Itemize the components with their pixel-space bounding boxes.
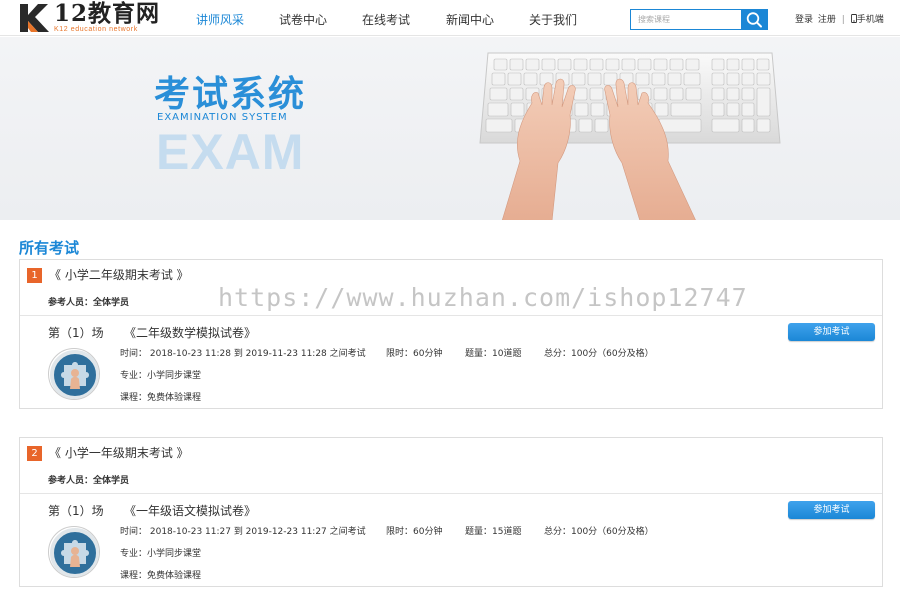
exam-index-badge: 2 [27,446,42,461]
login-link[interactable]: 登录 [795,15,813,25]
exam-time-limit: 限时：60分钟 [386,349,443,359]
exam-card-body: 第（1）场 《二年级数学模拟试卷》 参加考试 时间： 2018-10-23 11… [20,316,882,408]
exam-card-header: 1 《 小学二年级期末考试 》 参考人员：全体学员 [20,260,882,316]
banner-title: 考试系统 [154,74,307,115]
exam-index-badge: 1 [27,268,42,283]
top-links: 登录 注册 | 手机端 [795,12,884,25]
exam-session: 第（1）场 [48,326,104,340]
mobile-link-label: 手机端 [856,15,884,25]
exam-card-header: 2 《 小学一年级期末考试 》 参考人员：全体学员 [20,438,882,494]
search-button[interactable] [741,9,767,30]
link-separator: | [841,15,845,25]
join-exam-button[interactable]: 参加考试 [788,501,875,519]
nav-item-online-exam[interactable]: 在线考试 [362,11,410,28]
logo-k-icon [20,4,49,32]
logo-tagline: K12 education network [54,26,138,33]
keyboard-hands-image [479,52,781,220]
nav-item-about[interactable]: 关于我们 [529,11,577,28]
exam-course: 课程：免费体验课程 [120,571,202,581]
exam-paper-name[interactable]: 《二年级数学模拟试卷》 [124,324,256,341]
join-exam-button[interactable]: 参加考试 [788,323,875,341]
exam-total-score: 总分：100分（60分及格） [544,349,654,359]
site-logo[interactable]: 12教育网 K12 education network [18,2,168,34]
banner-exam-text: EXAM [156,124,305,180]
logo-text: 12教育网 [54,0,161,27]
exam-total-score: 总分：100分（60分及格） [544,527,654,537]
exam-major: 专业：小学同步课堂 [120,371,202,381]
nav-item-papers[interactable]: 试卷中心 [279,11,327,28]
exam-participants: 参考人员：全体学员 [48,298,130,308]
exam-avatar [48,348,100,400]
exam-time: 时间： 2018-10-23 11:27 到 2019-12-23 11:27 … [120,527,366,537]
exam-card-body: 第（1）场 《一年级语文模拟试卷》 参加考试 时间： 2018-10-23 11… [20,494,882,586]
nav-item-teachers[interactable]: 讲师风采 [196,11,244,28]
exam-major: 专业：小学同步课堂 [120,549,202,559]
banner-subtitle: EXAMINATION SYSTEM [157,112,288,123]
section-title: 所有考试 [19,239,80,257]
hero-banner: 考试系统 EXAMINATION SYSTEM EXAM [0,37,900,220]
puzzle-icon [50,350,99,399]
exam-avatar [48,526,100,578]
nav-item-news[interactable]: 新闻中心 [446,11,494,28]
exam-card: 1 《 小学二年级期末考试 》 参考人员：全体学员 第（1）场 《二年级数学模拟… [19,259,883,409]
puzzle-icon [50,528,99,577]
exam-card: 2 《 小学一年级期末考试 》 参考人员：全体学员 第（1）场 《一年级语文模拟… [19,437,883,587]
exam-question-count: 题量：15道题 [465,527,522,537]
exam-time-limit: 限时：60分钟 [386,527,443,537]
search-box [630,9,768,30]
exam-paper-name[interactable]: 《一年级语文模拟试卷》 [124,502,256,519]
register-link[interactable]: 注册 [818,15,836,25]
exam-course: 课程：免费体验课程 [120,393,202,403]
site-header: 12教育网 K12 education network 讲师风采 试卷中心 在线… [0,0,900,36]
exam-session: 第（1）场 [48,504,104,518]
search-icon [746,12,762,28]
search-input[interactable] [631,10,742,29]
exam-time: 时间： 2018-10-23 11:28 到 2019-11-23 11:28 … [120,349,366,359]
mobile-link[interactable]: 手机端 [850,14,884,25]
exam-question-count: 题量：10道题 [465,349,522,359]
exam-name: 《 小学一年级期末考试 》 [49,446,189,460]
exam-participants: 参考人员：全体学员 [48,476,130,486]
exam-name: 《 小学二年级期末考试 》 [49,268,189,282]
